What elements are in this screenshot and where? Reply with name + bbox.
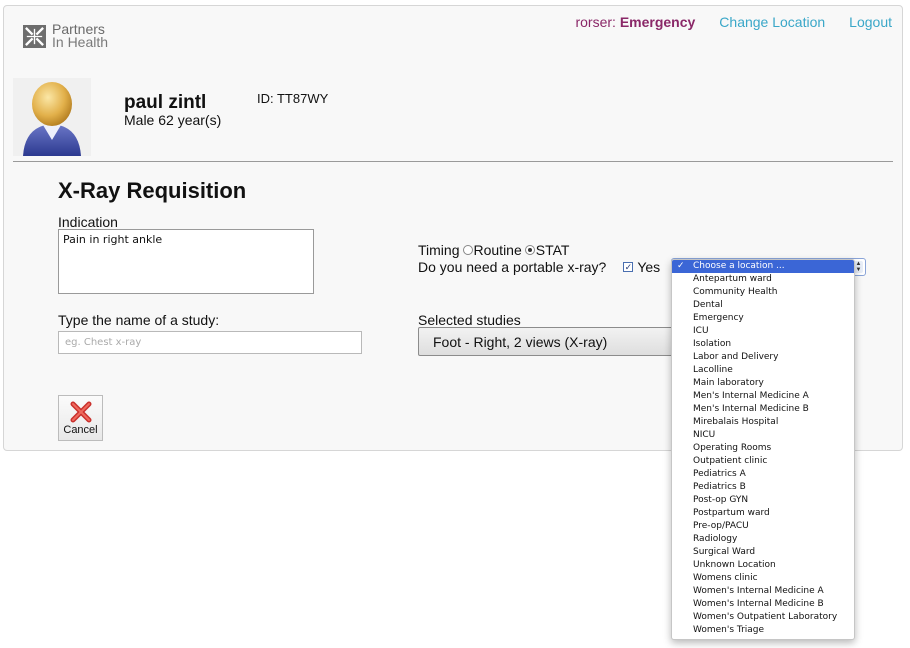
location-option[interactable]: Dental — [672, 299, 854, 312]
location-option[interactable]: Choose a location ... — [672, 260, 854, 273]
patient-header: paul zintl Male 62 year(s) ID: TT87WY — [13, 78, 893, 162]
pih-logo[interactable]: Partners In Health — [23, 22, 109, 50]
location-option[interactable]: Labor and Delivery — [672, 351, 854, 364]
location-option[interactable]: Women's Internal Medicine B — [672, 598, 854, 611]
portable-checkbox[interactable]: ✓ — [623, 262, 634, 272]
location-option[interactable]: Community Health — [672, 286, 854, 299]
location-option[interactable]: Lacolline — [672, 364, 854, 377]
username: rorser: — [575, 14, 616, 30]
location-option[interactable]: Post-op GYN — [672, 494, 854, 507]
location-option[interactable]: Women's Internal Medicine A — [672, 585, 854, 598]
indication-label: Indication — [58, 214, 118, 230]
portable-question: Do you need a portable x-ray? — [418, 259, 607, 275]
logo-line-2: In Health — [52, 34, 109, 50]
location-option[interactable]: Mirebalais Hospital — [672, 416, 854, 429]
logout-link[interactable]: Logout — [849, 14, 892, 30]
timing-routine-label[interactable]: Routine — [474, 242, 522, 258]
location-option[interactable]: Pediatrics B — [672, 481, 854, 494]
location-option[interactable]: Outpatient clinic — [672, 455, 854, 468]
timing-stat-radio[interactable] — [524, 245, 535, 255]
study-search-input[interactable] — [58, 331, 362, 354]
location-option[interactable]: Operating Rooms — [672, 442, 854, 455]
location-option[interactable]: Surgical Ward — [672, 546, 854, 559]
location-option[interactable]: Unknown Location — [672, 559, 854, 572]
cancel-label: Cancel — [63, 424, 98, 436]
pih-logo-icon — [23, 24, 46, 48]
patient-gender-age: Male 62 year(s) — [124, 112, 222, 128]
patient-name: paul zintl — [124, 92, 207, 113]
change-location-link[interactable]: Change Location — [719, 14, 825, 30]
location-option[interactable]: Pre-op/PACU — [672, 520, 854, 533]
patient-id: ID: TT87WY — [257, 91, 329, 106]
logo-text: Partners In Health — [52, 22, 109, 50]
selected-studies-label: Selected studies — [418, 312, 521, 328]
location-option[interactable]: Womens clinic — [672, 572, 854, 585]
red-x-icon — [70, 401, 91, 423]
location-option[interactable]: Antepartum ward — [672, 273, 854, 286]
location-option[interactable]: Men's Internal Medicine B — [672, 403, 854, 416]
location-dropdown-list: Choose a location ...Antepartum wardComm… — [671, 259, 855, 640]
location-option[interactable]: Women's Outpatient Laboratory — [672, 611, 854, 624]
page-title: X-Ray Requisition — [58, 178, 247, 203]
select-arrows-icon: ▲ ▼ — [854, 261, 863, 273]
timing-label: Timing — [418, 242, 460, 258]
cancel-button[interactable]: Cancel — [58, 395, 103, 441]
location-option[interactable]: Radiology — [672, 533, 854, 546]
location-option[interactable]: Isolation — [672, 338, 854, 351]
location-option[interactable]: ICU — [672, 325, 854, 338]
location-option[interactable]: NICU — [672, 429, 854, 442]
portable-yes-label[interactable]: Yes — [637, 259, 660, 275]
location-option[interactable]: Women's Triage — [672, 624, 854, 637]
indication-field[interactable]: Pain in right ankle — [58, 229, 314, 294]
timing-routine-radio[interactable] — [462, 245, 473, 255]
current-user: rorser: Emergency — [575, 14, 695, 30]
current-location: Emergency — [619, 14, 696, 30]
location-option[interactable]: Main laboratory — [672, 377, 854, 390]
timing-group: Timing Routine STAT — [418, 242, 569, 258]
portable-group: Do you need a portable x-ray? ✓ Yes — [418, 259, 660, 275]
location-option[interactable]: Emergency — [672, 312, 854, 325]
timing-stat-label[interactable]: STAT — [536, 242, 570, 258]
location-option[interactable]: Postpartum ward — [672, 507, 854, 520]
top-nav: rorser: Emergency Change Location Logout — [575, 14, 892, 30]
location-option[interactable]: Men's Internal Medicine A — [672, 390, 854, 403]
study-search-label: Type the name of a study: — [58, 312, 220, 328]
person-icon — [23, 82, 81, 156]
patient-avatar — [13, 78, 91, 156]
location-option[interactable]: Pediatrics A — [672, 468, 854, 481]
